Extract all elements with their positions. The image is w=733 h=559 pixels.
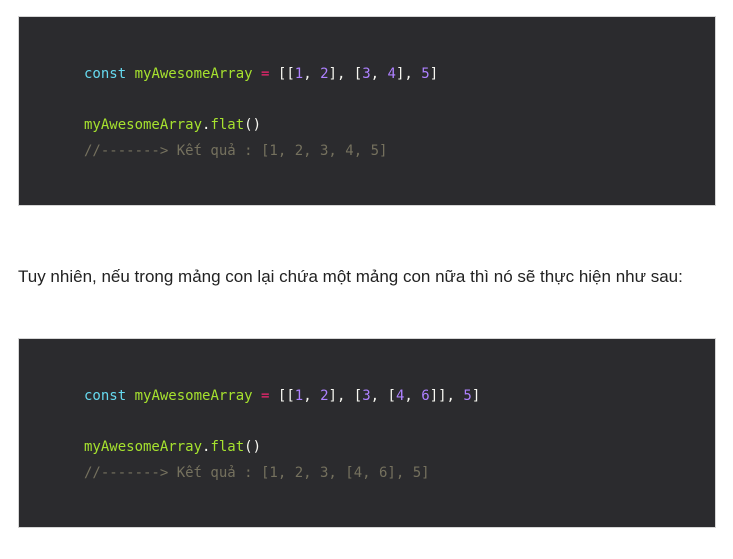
code-keyword: const: [84, 388, 127, 404]
code-variable: myAwesomeArray: [134, 388, 253, 404]
code-array-literal: [[1, 2], [3, 4], 5]: [278, 66, 438, 82]
code-number: 1: [294, 388, 304, 404]
code-object: myAwesomeArray: [84, 439, 203, 455]
code-number: 5: [463, 388, 472, 404]
code-line-call: myAwesomeArray.flat(): [84, 116, 261, 134]
code-number: 2: [320, 388, 329, 404]
code-block-flat-example: const myAwesomeArray = [[1, 2], [3, 4], …: [18, 16, 716, 206]
code-keyword: const: [84, 66, 127, 82]
code-array-literal: [[1, 2], [3, [4, 6]], 5]: [278, 388, 480, 404]
code-line-call: myAwesomeArray.flat(): [84, 438, 261, 456]
code-number: 6: [421, 388, 430, 404]
paragraph-text: Tuy nhiên, nếu trong mảng con lại chứa m…: [18, 267, 683, 286]
code-function-name: flat: [210, 439, 245, 455]
code-function-name: flat: [210, 117, 245, 133]
code-punctuation: ], [: [328, 66, 363, 82]
code-punctuation: , [: [370, 388, 396, 404]
code-punctuation: ]: [429, 66, 439, 82]
code-punctuation: ,: [404, 388, 422, 404]
code-number: 2: [320, 66, 329, 82]
code-punctuation: ],: [395, 66, 422, 82]
code-number: 3: [362, 66, 371, 82]
code-number: 3: [362, 388, 371, 404]
code-punctuation: [[: [277, 66, 295, 82]
code-operator: =: [261, 388, 270, 404]
code-punctuation: ]],: [429, 388, 464, 404]
code-punctuation: [[: [277, 388, 295, 404]
code-block-nested-flat-example: const myAwesomeArray = [[1, 2], [3, [4, …: [18, 338, 716, 528]
code-operator: =: [261, 66, 270, 82]
code-punctuation: ], [: [328, 388, 363, 404]
code-parens: (): [244, 439, 262, 455]
code-number: 5: [421, 66, 430, 82]
code-line-declaration: const myAwesomeArray = [[1, 2], [3, [4, …: [84, 387, 480, 405]
code-punctuation: ,: [370, 66, 388, 82]
code-punctuation: ,: [303, 388, 321, 404]
code-punctuation: ,: [303, 66, 321, 82]
code-line-declaration: const myAwesomeArray = [[1, 2], [3, 4], …: [84, 65, 438, 83]
code-parens: (): [244, 117, 262, 133]
code-number: 4: [387, 66, 396, 82]
code-number: 1: [294, 66, 304, 82]
code-variable: myAwesomeArray: [134, 66, 253, 82]
code-object: myAwesomeArray: [84, 117, 203, 133]
code-punctuation: ]: [471, 388, 481, 404]
code-comment: //-------> Kết quả : [1, 2, 3, 4, 5]: [84, 143, 388, 159]
code-comment: //-------> Kết quả : [1, 2, 3, [4, 6], 5…: [84, 465, 430, 481]
